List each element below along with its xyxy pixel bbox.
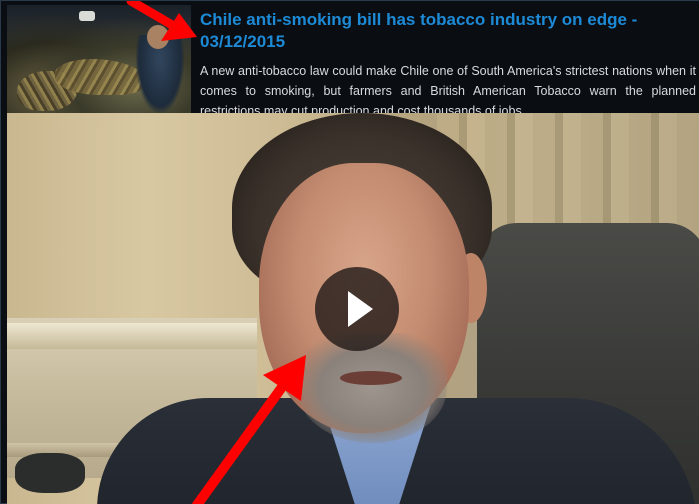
tobacco-leaves-pile bbox=[55, 59, 145, 95]
news-article-card[interactable]: Chile anti-smoking bill has tobacco indu… bbox=[1, 1, 699, 113]
play-icon bbox=[348, 291, 373, 327]
article-description: A new anti-tobacco law could make Chile … bbox=[200, 64, 696, 113]
play-button[interactable] bbox=[315, 267, 399, 351]
speaker-beard bbox=[297, 333, 447, 443]
page: Chile anti-smoking bill has tobacco indu… bbox=[0, 0, 699, 504]
lamp-shape bbox=[79, 11, 95, 21]
article-thumbnail[interactable] bbox=[7, 5, 191, 113]
wall-molding bbox=[7, 323, 257, 349]
desk-object bbox=[15, 453, 85, 493]
video-player[interactable] bbox=[7, 113, 699, 504]
speaker-mouth bbox=[340, 371, 402, 385]
worker-head bbox=[147, 25, 169, 49]
article-title-link[interactable]: Chile anti-smoking bill has tobacco indu… bbox=[200, 9, 690, 53]
